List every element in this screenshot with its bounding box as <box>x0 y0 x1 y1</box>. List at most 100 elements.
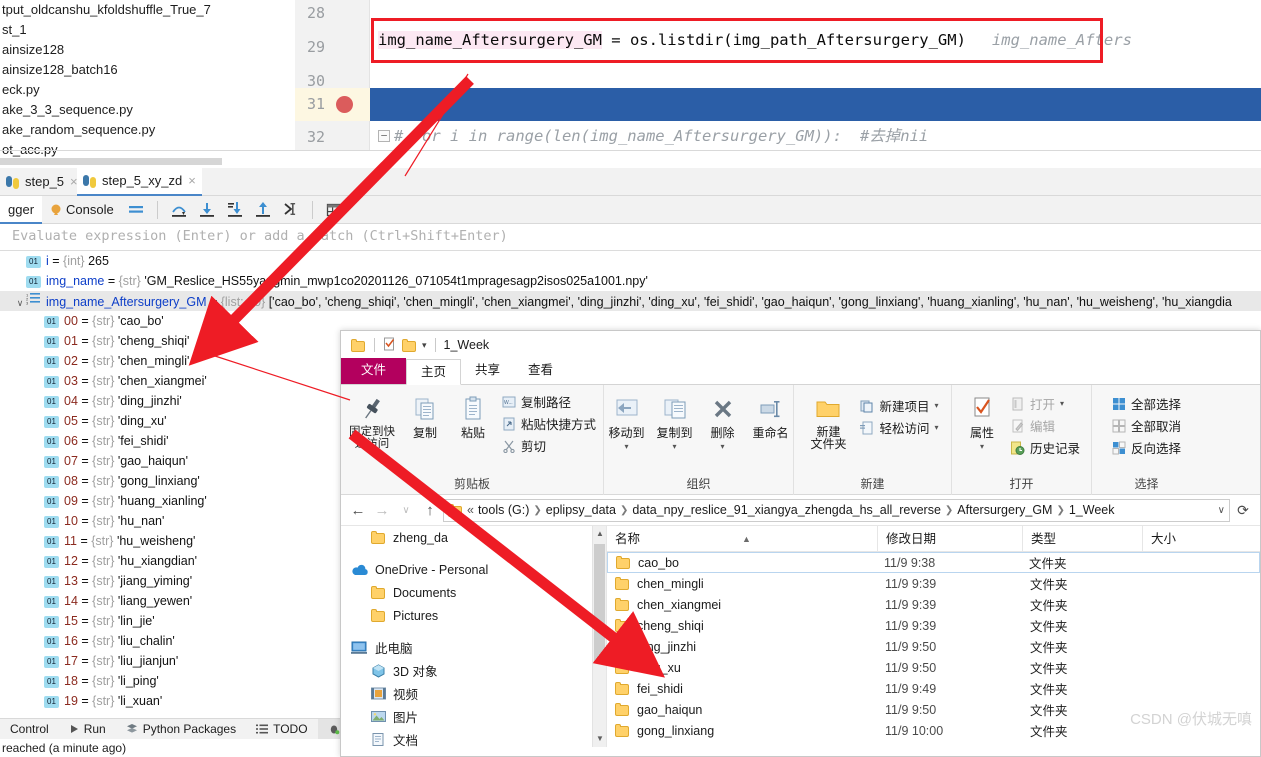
variables-wide-rows[interactable]: 01i = {int} 265 01img_name = {str} 'GM_R… <box>0 251 1261 311</box>
edit-button[interactable]: 编辑 <box>1007 415 1084 436</box>
up-button[interactable]: ↑ <box>419 499 441 521</box>
delete-button[interactable]: 删除 ▾ <box>700 389 746 454</box>
pin-to-quick-access-button[interactable]: 固定到快 速访问 <box>344 389 400 450</box>
tab-step-5[interactable]: step_5 × <box>0 168 84 196</box>
scroll-down-arrow[interactable]: ▼ <box>593 731 607 747</box>
file-name-cell[interactable]: gong_linxiang <box>607 724 877 738</box>
debugger-tab[interactable]: gger <box>0 196 42 224</box>
variable-list-item[interactable]: 0109 = {str} 'huang_xianling' <box>0 491 335 511</box>
nav-item-documents[interactable]: Documents <box>341 581 606 604</box>
variable-list-item[interactable]: 0102 = {str} 'chen_mingli' <box>0 351 335 371</box>
file-name-cell[interactable]: fei_shidi <box>607 682 877 696</box>
expander[interactable]: ∨ <box>14 293 26 313</box>
file-explorer-window[interactable]: ▾ 1_Week 文件 主页 共享 查看 固定到快 速访问 复制 <box>340 330 1261 757</box>
project-tree-item[interactable]: ake_3_3_sequence.py <box>0 100 222 120</box>
history-button[interactable]: 历史记录 <box>1007 437 1084 458</box>
breadcrumb-item[interactable]: 1_Week <box>1069 503 1115 517</box>
variable-list-item[interactable]: 0103 = {str} 'chen_xiangmei' <box>0 371 335 391</box>
tab-step-5-xy-zd[interactable]: step_5_xy_zd × <box>77 168 202 196</box>
column-header-size[interactable]: 大小 <box>1142 526 1252 552</box>
table-row[interactable]: ding_xu 11/9 9:50 文件夹 <box>607 657 1260 678</box>
file-name-cell[interactable]: cheng_shiqi <box>607 619 877 633</box>
project-tree-item[interactable]: ainsize128_batch16 <box>0 60 222 80</box>
file-list-pane[interactable]: 名称 ▲ 修改日期 类型 大小 cao_bo 11/9 9:38 文件夹 che… <box>607 526 1260 747</box>
toolwindow-python-packages[interactable]: Python Packages <box>116 719 246 740</box>
column-header-name[interactable]: 名称 ▲ <box>607 526 877 552</box>
paste-button[interactable]: 粘贴 <box>450 389 496 440</box>
variable-list-item[interactable]: 0107 = {str} 'gao_haiqun' <box>0 451 335 471</box>
variable-row-img-name-aftersurgery-gm[interactable]: ∨123img_name_Aftersurgery_GM = {list: 40… <box>0 291 1261 311</box>
refresh-button[interactable]: ⟳ <box>1232 499 1254 521</box>
move-to-button[interactable]: 移动到 ▾ <box>604 389 650 454</box>
project-tree-hscrollbar[interactable] <box>0 158 222 165</box>
menu-icon[interactable] <box>126 200 146 220</box>
step-over-icon[interactable] <box>169 200 189 220</box>
chevron-down-icon[interactable]: ▾ <box>624 440 628 454</box>
variable-list-item[interactable]: 0116 = {str} 'liu_chalin' <box>0 631 335 651</box>
project-tree-item[interactable]: tput_oldcanshu_kfoldshuffle_True_7 <box>0 0 222 20</box>
properties-check-icon[interactable] <box>383 337 397 354</box>
chevron-down-icon[interactable]: ▾ <box>422 340 427 351</box>
copy-button[interactable]: 复制 <box>402 389 448 440</box>
variable-row-img-name[interactable]: 01img_name = {str} 'GM_Reslice_HS55yangm… <box>0 271 1261 291</box>
scroll-up-arrow[interactable]: ▲ <box>593 526 607 542</box>
toolwindow-todo[interactable]: TODO <box>246 719 317 740</box>
paste-shortcut-button[interactable]: 粘贴快捷方式 <box>498 413 600 434</box>
variable-list-item[interactable]: 0110 = {str} 'hu_nan' <box>0 511 335 531</box>
variable-list-item[interactable]: 0101 = {str} 'cheng_shiqi' <box>0 331 335 351</box>
chevron-down-icon[interactable]: ▾ <box>980 440 984 454</box>
file-name-cell[interactable]: gao_haiqun <box>607 703 877 717</box>
file-name-cell[interactable]: chen_mingli <box>607 577 877 591</box>
easy-access-button[interactable]: 轻松访问 ▾ <box>856 417 942 438</box>
chevron-down-icon[interactable]: ▾ <box>935 423 939 432</box>
column-header-date[interactable]: 修改日期 <box>877 526 1022 552</box>
file-name-cell[interactable]: ding_xu <box>607 661 877 675</box>
file-name-cell[interactable]: ding_jinzhi <box>607 640 877 654</box>
chevron-down-icon[interactable]: ▾ <box>672 440 676 454</box>
breakpoint-icon[interactable] <box>336 96 353 113</box>
run-to-cursor-icon[interactable] <box>281 200 301 220</box>
toolwindow-run[interactable]: Run <box>59 719 116 740</box>
breadcrumb[interactable]: « tools (G:) ❯ eplipsy_data ❯ data_npy_r… <box>443 499 1230 522</box>
toolwindow-control[interactable]: Control <box>0 719 59 740</box>
forward-button[interactable]: → <box>371 499 393 521</box>
code-line-32[interactable]: −# for i in range(len(img_name_Aftersurg… <box>378 124 928 146</box>
variable-list-item[interactable]: 0113 = {str} 'jiang_yiming' <box>0 571 335 591</box>
rename-button[interactable]: 重命名 <box>748 389 794 440</box>
evaluate-table-icon[interactable] <box>324 200 344 220</box>
breadcrumb-item[interactable]: data_npy_reslice_91_xiangya_zhengda_hs_a… <box>632 503 941 517</box>
scrollbar-thumb[interactable] <box>594 544 605 662</box>
breadcrumb-item[interactable]: Aftersurgery_GM <box>957 503 1052 517</box>
ribbon-tab-file[interactable]: 文件 <box>341 358 406 384</box>
close-icon[interactable]: × <box>188 167 196 195</box>
table-row[interactable]: cheng_shiqi 11/9 9:39 文件夹 <box>607 615 1260 636</box>
variable-list-item[interactable]: 0100 = {str} 'cao_bo' <box>0 311 335 331</box>
table-row[interactable]: chen_mingli 11/9 9:39 文件夹 <box>607 573 1260 594</box>
cut-button[interactable]: 剪切 <box>498 435 600 456</box>
breadcrumb-item[interactable]: tools (G:) <box>478 503 529 517</box>
open-button[interactable]: 打开 ▾ <box>1007 393 1084 414</box>
project-tree-item[interactable]: eck.py <box>0 80 222 100</box>
navigation-pane[interactable]: zheng_da OneDrive - Personal Documents P… <box>341 526 607 747</box>
breadcrumb-item[interactable]: eplipsy_data <box>546 503 616 517</box>
select-none-button[interactable]: 全部取消 <box>1108 415 1185 436</box>
variable-list-item[interactable]: 0117 = {str} 'liu_jianjun' <box>0 651 335 671</box>
chevron-down-icon[interactable]: ▾ <box>935 401 939 410</box>
select-all-button[interactable]: 全部选择 <box>1108 393 1185 414</box>
table-row[interactable]: ding_jinzhi 11/9 9:50 文件夹 <box>607 636 1260 657</box>
nav-item-videos[interactable]: 视频 <box>341 682 606 705</box>
nav-item-3d-objects[interactable]: 3D 对象 <box>341 659 606 682</box>
nav-item-onedrive[interactable]: OneDrive - Personal <box>341 558 606 581</box>
breadcrumb-dropdown-icon[interactable]: ∨ <box>1218 505 1225 516</box>
properties-button[interactable]: 属性 ▾ <box>959 389 1005 454</box>
back-button[interactable]: ← <box>347 499 369 521</box>
table-row[interactable]: chen_xiangmei 11/9 9:39 文件夹 <box>607 594 1260 615</box>
table-row[interactable]: fei_shidi 11/9 9:49 文件夹 <box>607 678 1260 699</box>
copy-path-button[interactable]: W... 复制路径 <box>498 391 600 412</box>
column-header-type[interactable]: 类型 <box>1022 526 1142 552</box>
table-row[interactable]: cao_bo 11/9 9:38 文件夹 <box>607 552 1260 573</box>
evaluate-expression-bar[interactable]: Evaluate expression (Enter) or add a wat… <box>0 224 1261 251</box>
project-tree-item[interactable]: ake_random_sequence.py <box>0 120 222 140</box>
new-folder-icon[interactable] <box>402 339 417 352</box>
chevron-down-icon[interactable]: ▾ <box>1060 399 1064 408</box>
